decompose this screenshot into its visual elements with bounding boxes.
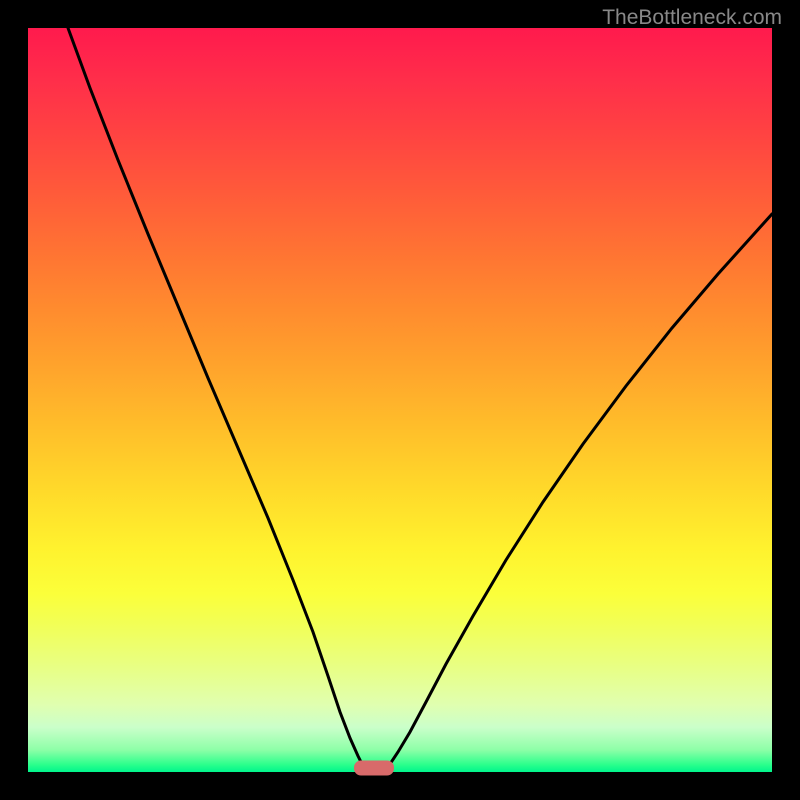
chart-plot-area [28, 28, 772, 772]
watermark-text: TheBottleneck.com [602, 6, 782, 30]
optimal-point-marker [354, 761, 394, 776]
curve-right-branch [384, 214, 772, 770]
curve-left-branch [68, 28, 366, 770]
bottleneck-curve [28, 28, 772, 772]
